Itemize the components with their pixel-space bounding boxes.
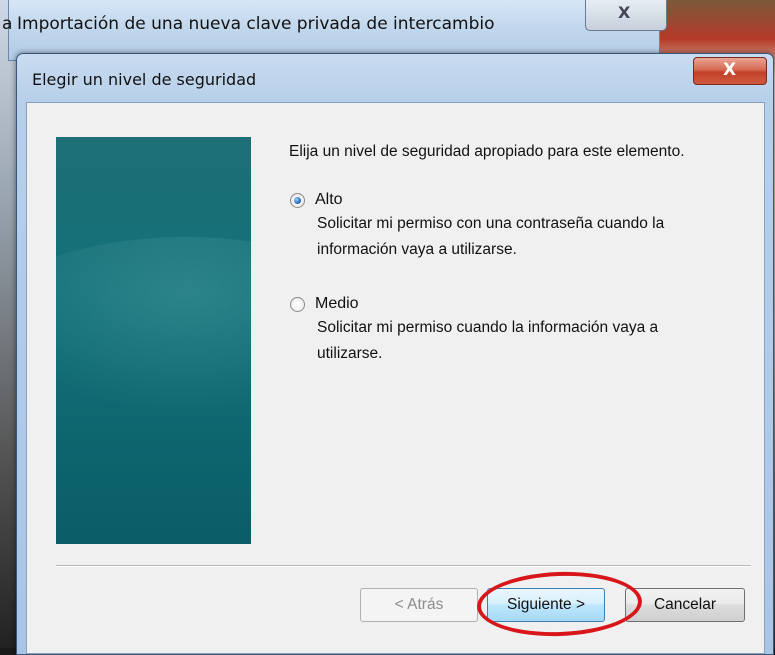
background-partial-text: a [2,14,13,34]
background-window-title: Importación de una nueva clave privada d… [17,14,495,34]
instruction-text: Elija un nivel de seguridad apropiado pa… [289,143,685,160]
security-level-dialog: Elegir un nivel de seguridad X Elija un … [16,53,774,655]
option-alto-description: Solicitar mi permiso con una contraseña … [317,215,665,258]
close-icon: X [723,60,737,80]
option-medio-description: Solicitar mi permiso cuando la informaci… [317,319,659,362]
background-close-button[interactable]: X [585,0,667,31]
option-medio-label[interactable]: Medio [315,295,359,313]
option-alto[interactable]: Alto [290,191,343,209]
next-button-highlight [475,569,644,639]
dialog-content: Elija un nivel de seguridad apropiado pa… [26,102,765,654]
option-alto-label[interactable]: Alto [315,191,343,209]
banner-decoration [56,237,251,417]
back-button[interactable]: < Atrás [360,588,478,622]
wizard-side-banner [56,137,251,544]
close-icon: X [618,3,631,22]
dialog-close-button[interactable]: X [693,57,767,85]
cancel-button[interactable]: Cancelar [625,588,745,622]
radio-alto[interactable] [290,192,305,208]
option-medio[interactable]: Medio [290,295,359,313]
background-window: a Importación de una nueva clave privada… [2,0,667,61]
radio-medio[interactable] [290,296,305,312]
separator [56,565,751,567]
dialog-title: Elegir un nivel de seguridad [32,70,257,89]
